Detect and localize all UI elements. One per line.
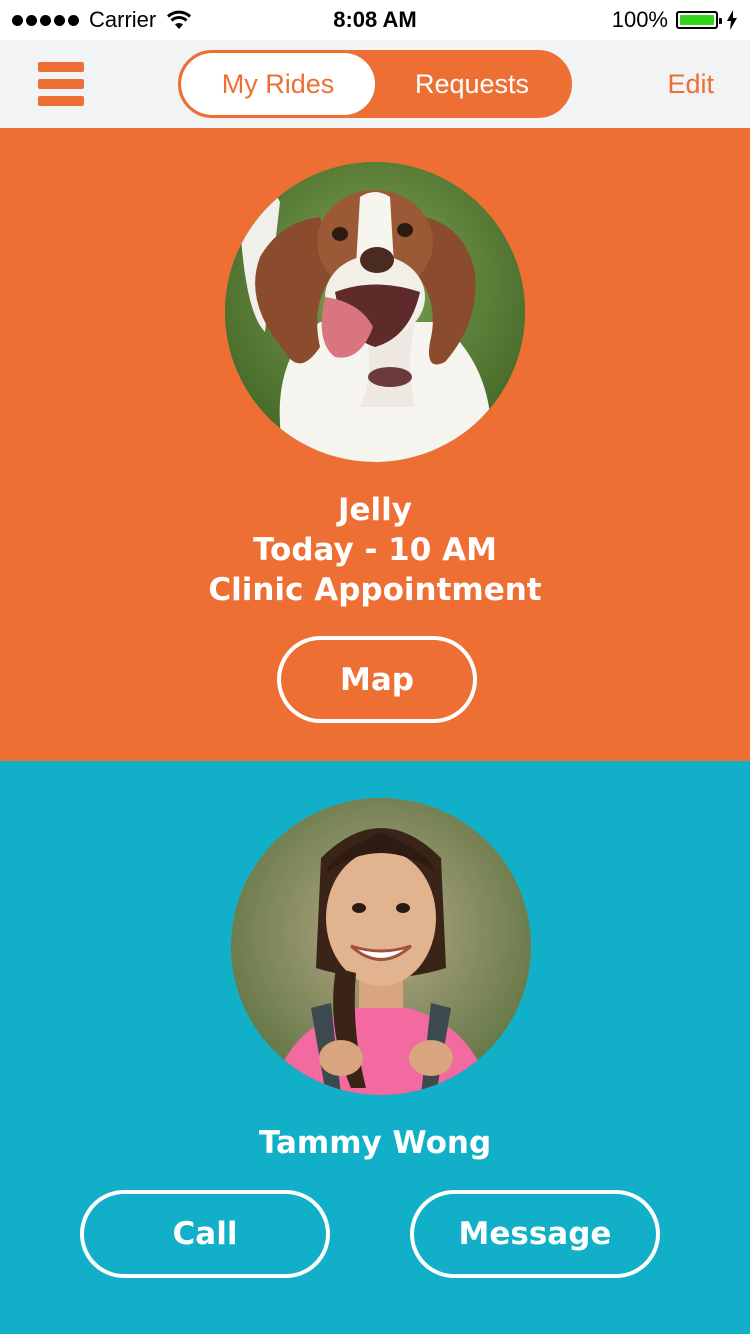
hamburger-menu-icon[interactable] [38,62,84,106]
status-bar: Carrier 8:08 AM 100% [0,0,750,40]
pet-name: Jelly [337,492,413,528]
status-right: 100% [612,0,738,40]
ride-purpose: Clinic Appointment [208,572,542,608]
nav-bar: My Rides Requests Edit [0,40,750,128]
call-button[interactable]: Call [80,1190,330,1278]
battery-icon [676,11,722,29]
rides-segmented-control: My Rides Requests [178,50,572,118]
ride-card: Jelly Today - 10 AM Clinic Appointment M… [0,128,750,761]
contact-card: Tammy Wong Call Message [0,761,750,1334]
tab-requests[interactable]: Requests [375,53,569,115]
battery-percentage: 100% [611,7,668,32]
dog-photo [225,162,525,462]
edit-button[interactable]: Edit [667,62,714,106]
tab-my-rides[interactable]: My Rides [181,53,375,115]
pet-avatar [225,162,525,462]
woman-photo [231,798,531,1095]
contact-name: Tammy Wong [258,1125,492,1161]
message-button[interactable]: Message [410,1190,660,1278]
map-button[interactable]: Map [277,636,477,723]
ride-time: Today - 10 AM [253,532,497,568]
person-avatar [231,798,531,1095]
charging-bolt-icon [727,10,737,30]
